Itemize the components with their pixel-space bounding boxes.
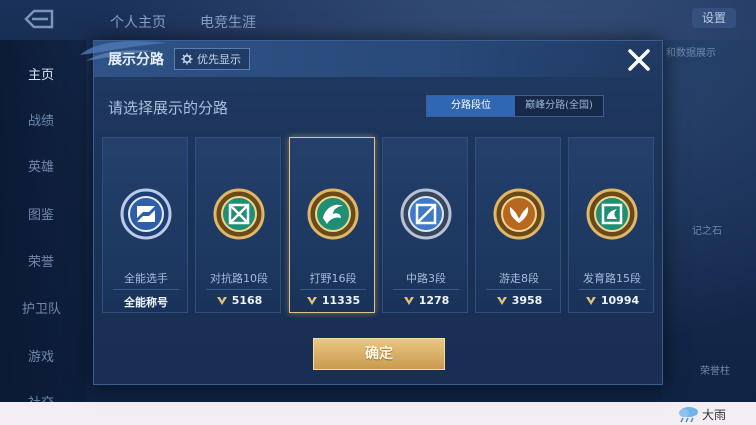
card-divider [300, 289, 366, 290]
gear-icon [181, 53, 193, 65]
lane-card-list: 全能选手 全能称号 对抗路10段 5168 打野16段 11335 中路3段 1… [102, 137, 662, 315]
left-nav: 主页 战绩 英雄 图鉴 荣誉 护卫队 游戏 社交 [0, 40, 86, 402]
weather-text: 大雨 [702, 408, 727, 422]
card-divider [393, 289, 459, 290]
card-divider [486, 289, 552, 290]
lane-card-mid[interactable]: 中路3段 1278 [382, 137, 468, 313]
right-panel-text-3: 荣誉柱 [700, 366, 730, 377]
card-lane-label: 中路3段 [406, 272, 446, 285]
system-bottom-bar [0, 402, 756, 425]
nav-item-social[interactable]: 社交 [28, 392, 54, 402]
card-divider [579, 289, 645, 290]
jungle-emblem-icon [307, 188, 359, 240]
card-score: 11335 [290, 294, 376, 307]
nav-item-codex[interactable]: 图鉴 [28, 204, 54, 223]
rank-points-icon [306, 296, 317, 305]
dialog-title: 展示分路 [108, 52, 164, 68]
dialog-prompt: 请选择展示的分路 [108, 99, 229, 117]
tab-personal-home[interactable]: 个人主页 [110, 12, 166, 32]
nav-item-home[interactable]: 主页 [28, 64, 54, 83]
card-divider [206, 289, 272, 290]
card-divider [113, 289, 179, 290]
priority-display-label: 优先显示 [197, 53, 241, 66]
card-score: 10994 [569, 294, 655, 307]
card-score-value: 11335 [321, 294, 361, 307]
confirm-button[interactable]: 确定 [313, 338, 445, 370]
tab-esports-career[interactable]: 电竞生涯 [200, 12, 256, 32]
mid-lane-emblem-icon [400, 188, 452, 240]
priority-display-badge[interactable]: 优先显示 [174, 48, 250, 70]
card-score: 3958 [476, 294, 562, 307]
rank-points-icon [403, 296, 414, 305]
nav-item-heroes[interactable]: 英雄 [28, 156, 54, 175]
card-lane-label: 打野16段 [309, 272, 357, 285]
tab-peak-lane-national[interactable]: 巅峰分路(全国) [515, 96, 603, 116]
lane-tab-group: 分路段位 巅峰分路(全国) [426, 95, 604, 117]
nav-item-record[interactable]: 战绩 [28, 110, 54, 129]
card-lane-label: 发育路15段 [583, 272, 641, 285]
weather-widget: 大雨 [672, 404, 752, 424]
card-lane-label: 游走8段 [499, 272, 539, 285]
clash-lane-emblem-icon [213, 188, 265, 240]
rank-points-icon [585, 296, 596, 305]
rank-points-icon [496, 296, 507, 305]
card-lane-label: 全能选手 [124, 272, 168, 285]
right-panel: 和数据展示 记之石 荣誉柱 [662, 40, 756, 402]
rank-points-icon [216, 296, 227, 305]
card-score: 5168 [196, 294, 282, 307]
right-panel-text-2: 记之石 [692, 226, 722, 237]
card-lane-label: 对抗路10段 [210, 272, 268, 285]
card-score-value: 10994 [600, 294, 640, 307]
settings-button[interactable]: 设置 [692, 8, 736, 28]
nav-item-games[interactable]: 游戏 [28, 346, 54, 365]
all-round-emblem-icon [120, 188, 172, 240]
back-arrow-icon[interactable] [18, 6, 58, 32]
lane-card-farm[interactable]: 发育路15段 10994 [568, 137, 654, 313]
lane-card-clash[interactable]: 对抗路10段 5168 [195, 137, 281, 313]
card-score: 全能称号 [103, 294, 189, 310]
card-score: 1278 [383, 294, 469, 307]
lane-card-all-round[interactable]: 全能选手 全能称号 [102, 137, 188, 313]
card-score-value: 5168 [231, 294, 263, 307]
rain-cloud-icon [679, 407, 698, 423]
roam-emblem-icon [493, 188, 545, 240]
farm-lane-emblem-icon [586, 188, 638, 240]
card-score-value: 全能称号 [124, 296, 168, 309]
lane-card-jungle[interactable]: 打野16段 11335 [289, 137, 375, 313]
lane-display-dialog: 展示分路 优先显示 请选择展示的分路 分路段位 巅峰分路(全国) 全能选手 全能… [80, 40, 664, 385]
nav-item-guard-team[interactable]: 护卫队 [22, 298, 61, 317]
right-panel-text-1: 和数据展示 [666, 48, 716, 59]
card-score-value: 3958 [511, 294, 543, 307]
card-score-value: 1278 [418, 294, 450, 307]
lane-card-roam[interactable]: 游走8段 3958 [475, 137, 561, 313]
tab-lane-rank[interactable]: 分路段位 [427, 96, 515, 116]
close-icon[interactable] [624, 45, 654, 75]
nav-item-honor[interactable]: 荣誉 [28, 251, 54, 270]
